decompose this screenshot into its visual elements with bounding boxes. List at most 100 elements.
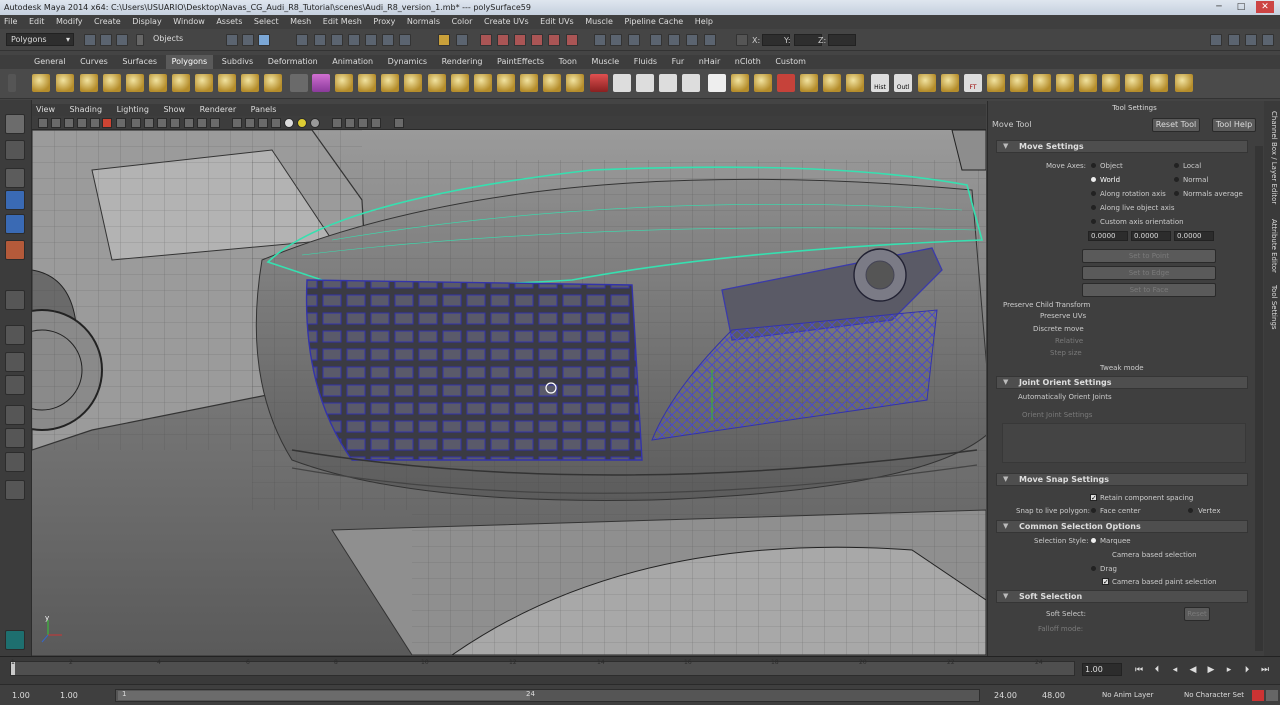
shelf-tab-subdivs[interactable]: Subdivs (216, 55, 259, 69)
four-view-layout-icon[interactable] (5, 352, 25, 372)
menu-color[interactable]: Color (452, 15, 473, 29)
insert-edge-loop-icon[interactable] (543, 74, 561, 92)
poly-torus-icon[interactable] (149, 74, 167, 92)
wireframe-on-shaded-icon[interactable] (210, 118, 220, 128)
step-forward-key-icon[interactable]: ⏵ (1240, 664, 1254, 676)
viewport-menu-lighting[interactable]: Lighting (117, 104, 149, 116)
extrude-icon[interactable] (497, 74, 515, 92)
poly-prism-icon[interactable] (172, 74, 190, 92)
step-forward-frame-icon[interactable]: ▸ (1222, 664, 1236, 676)
delete-history-icon[interactable] (1010, 74, 1028, 92)
uv-texture-editor-icon[interactable] (941, 74, 959, 92)
shelf-tab-fur[interactable]: Fur (666, 55, 691, 69)
axis-x-field[interactable]: 0.0000 (1088, 231, 1128, 241)
menu-edit-mesh[interactable]: Edit Mesh (323, 15, 362, 29)
bookmark-icon[interactable] (64, 118, 74, 128)
shelf-tab-polygons[interactable]: Polygons (165, 55, 214, 69)
wireframe-icon[interactable] (184, 118, 194, 128)
tab-attribute-editor[interactable]: Attribute Editor (1266, 219, 1278, 273)
shelf-tab-muscle[interactable]: Muscle (586, 55, 626, 69)
booleans-icon[interactable] (358, 74, 376, 92)
shelf-tab-fluids[interactable]: Fluids (628, 55, 663, 69)
radio-object[interactable] (1091, 163, 1096, 168)
xray-icon[interactable] (345, 118, 355, 128)
isolate-select-icon[interactable] (332, 118, 342, 128)
menu-normals[interactable]: Normals (407, 15, 440, 29)
xray-components-icon[interactable] (371, 118, 381, 128)
time-slider[interactable]: 1 2 4 6 8 10 12 14 16 18 20 22 24 1.00 ⏮… (0, 656, 1280, 684)
merge-to-center-icon[interactable] (636, 74, 654, 92)
poke-face-icon[interactable] (731, 74, 749, 92)
close-button[interactable]: ✕ (1256, 1, 1274, 13)
reverse-normals-icon[interactable] (1079, 74, 1097, 92)
outliner-shelf-icon[interactable]: Outl (894, 74, 912, 92)
radio-normal[interactable] (1174, 177, 1179, 182)
shelf-tab-surfaces[interactable]: Surfaces (116, 55, 163, 69)
safe-action-icon[interactable] (157, 118, 167, 128)
camera-paint-checkbox[interactable]: ✓ (1102, 578, 1109, 586)
maximize-button[interactable]: □ (1232, 1, 1250, 13)
textured-icon[interactable] (232, 118, 242, 128)
go-to-end-icon[interactable]: ⏭ (1258, 664, 1272, 676)
radio-rotation-axis[interactable] (1091, 191, 1096, 196)
snap-to-view-plane-icon[interactable] (531, 34, 543, 46)
screen-space-ao-icon[interactable] (271, 118, 281, 128)
anti-aliasing-icon[interactable] (297, 118, 307, 128)
menu-proxy[interactable]: Proxy (373, 15, 395, 29)
triangulate-icon[interactable] (1150, 74, 1168, 92)
radio-live-object-axis[interactable] (1091, 205, 1096, 210)
flip-triangle-edge-icon[interactable] (708, 74, 726, 92)
shelf-tab-rendering[interactable]: Rendering (436, 55, 489, 69)
shelf-tab-general[interactable]: General (28, 55, 72, 69)
output-ops-icon[interactable] (610, 34, 622, 46)
create-uvs-icon[interactable] (918, 74, 936, 92)
preferences-icon[interactable] (1266, 690, 1278, 701)
shelf-tab-toon[interactable]: Toon (553, 55, 583, 69)
center-pivot-icon[interactable] (987, 74, 1005, 92)
poly-pipe-icon[interactable] (195, 74, 213, 92)
radio-local[interactable] (1174, 163, 1179, 168)
film-gate-icon[interactable] (102, 118, 112, 128)
soft-reset-button[interactable]: Reset (1184, 607, 1210, 621)
viewport-2-icon[interactable] (394, 118, 404, 128)
persp-uv-layout-icon[interactable] (5, 452, 25, 472)
poly-sphere-icon[interactable] (32, 74, 50, 92)
shelf-tab-dynamics[interactable]: Dynamics (382, 55, 433, 69)
perspective-viewport[interactable]: y (32, 130, 986, 655)
depth-of-field-icon[interactable] (310, 118, 320, 128)
menu-edit[interactable]: Edit (29, 15, 45, 29)
harden-edge-icon[interactable] (1056, 74, 1074, 92)
duplicate-face-icon[interactable] (777, 74, 795, 92)
history-icon[interactable] (566, 34, 578, 46)
range-slider[interactable]: 1 24 (115, 689, 980, 702)
detach-component-icon[interactable] (800, 74, 818, 92)
radio-marquee[interactable] (1091, 538, 1096, 543)
viewport-menu-renderer[interactable]: Renderer (200, 104, 237, 116)
radio-face-center[interactable] (1091, 508, 1096, 513)
anim-start-field[interactable]: 1.00 (60, 689, 78, 702)
reset-tool-button[interactable]: Reset Tool (1152, 118, 1200, 132)
menu-window[interactable]: Window (173, 15, 205, 29)
menu-display[interactable]: Display (132, 15, 162, 29)
radio-world[interactable] (1091, 177, 1096, 182)
joint-orient-section[interactable]: Joint Orient Settings (996, 376, 1248, 389)
set-to-face-button[interactable]: Set to Face (1082, 283, 1216, 297)
z-field[interactable] (828, 34, 856, 46)
mask-handles-icon[interactable] (296, 34, 308, 46)
move-snap-section[interactable]: Move Snap Settings (996, 473, 1248, 486)
viewport-menu-show[interactable]: Show (163, 104, 185, 116)
anim-layer-dropdown[interactable]: No Anim Layer (1102, 689, 1153, 702)
show-hide-tool-settings-icon[interactable] (1245, 34, 1257, 46)
use-all-lights-icon[interactable] (245, 118, 255, 128)
menu-pipeline-cache[interactable]: Pipeline Cache (624, 15, 683, 29)
history-shelf-icon[interactable]: Hist (871, 74, 889, 92)
xray-joints-icon[interactable] (358, 118, 368, 128)
highlight-selection-icon[interactable] (456, 34, 468, 46)
tab-channel-box[interactable]: Channel Box / Layer Editor (1266, 111, 1278, 204)
play-forwards-icon[interactable]: ▶ (1204, 664, 1218, 676)
character-set-dropdown[interactable]: No Character Set (1184, 689, 1244, 702)
single-perspective-layout-icon[interactable] (5, 325, 25, 345)
grid-icon[interactable] (90, 118, 100, 128)
poly-helix-icon[interactable] (218, 74, 236, 92)
shelf-tab-painteffects[interactable]: PaintEffects (491, 55, 550, 69)
